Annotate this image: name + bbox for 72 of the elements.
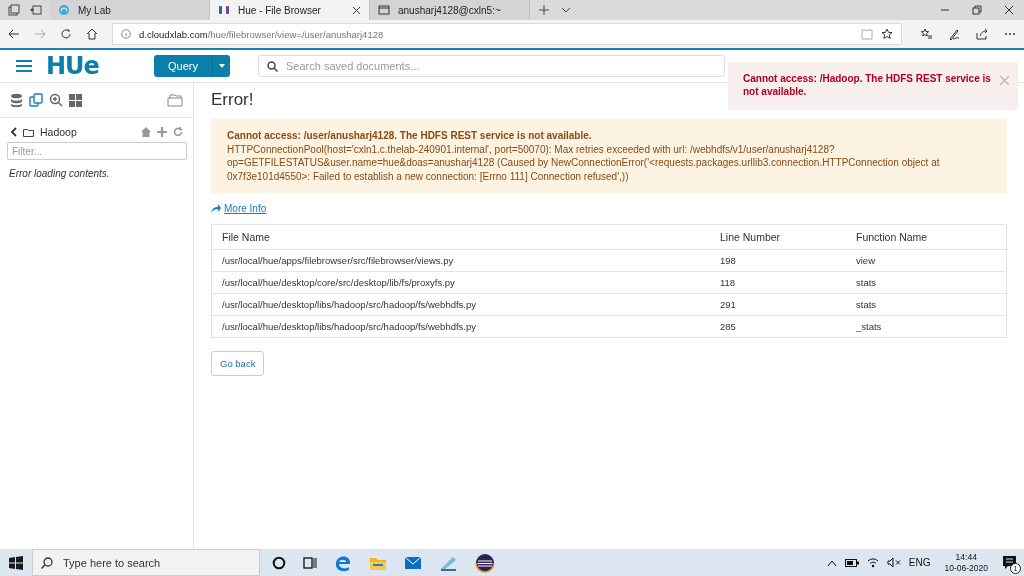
page-title: Error! <box>211 90 254 110</box>
close-icon[interactable] <box>352 5 361 15</box>
cortana-icon[interactable] <box>272 555 286 570</box>
table-cell: 291 <box>710 293 846 316</box>
browser-tab[interactable]: anusharj4128@cxln5:~ <box>370 0 530 20</box>
table-cell: /usr/local/hue/apps/filebrowser/src/filebrowser/views.py <box>211 249 710 272</box>
search-icon <box>267 60 278 72</box>
clock[interactable]: 14:44 10-06-2020 <box>944 551 988 574</box>
files-icon[interactable] <box>29 93 43 107</box>
browser-tab[interactable]: My Lab <box>50 0 210 20</box>
edge-icon[interactable] <box>334 553 352 572</box>
plus-icon[interactable] <box>157 127 167 137</box>
folder-icon <box>23 127 34 137</box>
close-icon[interactable] <box>1004 5 1014 15</box>
windows-icon[interactable] <box>9 555 23 570</box>
error-notification: Cannot access: /Hadoop. The HDFS REST service is not available. <box>743 72 992 98</box>
cloud-icon <box>58 4 70 16</box>
table-cell: /usr/local/hue/desktop/libs/hadoop/src/hadoop/fs/webhdfs.py <box>211 315 710 338</box>
home-icon[interactable] <box>86 28 98 40</box>
table-cell: _stats <box>846 315 1007 338</box>
taskbar-search[interactable]: Type here to search <box>32 549 260 576</box>
error-message: Cannot access: /user/anusharj4128. The HDFS REST service is not available. HTTPConnectionPool(host='cxln1.c.thelab-240901.internal', port=50070): Max retries exceeded with url: /webhdfs/v1/user/anusharj4128?op=GETFILESTATUS&user.name=hue&doas=anusharj4128 (Caused by NewConnectionError('<requests.packages.urllib3.connection.HTTPConnection object at 0x7f3e101d4550>: Failed to establish a new connection: [Errno 111] Connection refused',)) <box>211 119 1007 193</box>
table-cell: view <box>846 249 1007 272</box>
go-back-button[interactable]: Go back <box>211 351 265 376</box>
task-view-icon[interactable] <box>303 555 317 570</box>
dropdown-button[interactable] <box>212 55 230 77</box>
table-cell: 285 <box>710 315 846 338</box>
folder-path[interactable]: Hadoop <box>40 126 135 138</box>
zoom-icon[interactable] <box>49 93 63 107</box>
eclipse-icon[interactable] <box>474 551 496 574</box>
language-indicator[interactable]: ENG <box>908 557 931 568</box>
column-header: File Name <box>211 224 710 250</box>
restore-icon[interactable] <box>972 5 982 15</box>
share-icon <box>211 204 221 213</box>
search-icon <box>41 556 53 569</box>
back-icon[interactable] <box>8 28 20 40</box>
tab-back-icon[interactable] <box>30 4 42 16</box>
column-header: Function Name <box>846 224 1007 250</box>
info-icon[interactable] <box>121 29 131 39</box>
plus-icon[interactable] <box>538 4 550 16</box>
mail-icon[interactable] <box>404 555 422 570</box>
address-bar[interactable]: d.cloudxlab.com/hue/filebrowser/view=/user/anusharj4128 <box>112 23 902 45</box>
hue-logo[interactable]: HUe <box>46 54 126 78</box>
more-info-link[interactable]: More Info <box>211 203 267 214</box>
table-cell: /usr/local/hue/desktop/libs/hadoop/src/hadoop/fs/webhdfs.py <box>211 293 710 316</box>
tabs-icon[interactable] <box>8 4 20 16</box>
table-cell: stats <box>846 271 1007 294</box>
favorites-icon[interactable] <box>920 28 932 40</box>
chevron-up-icon[interactable] <box>826 558 837 567</box>
volume-muted-icon[interactable] <box>886 557 901 568</box>
table-cell: stats <box>846 293 1007 316</box>
wifi-icon[interactable] <box>866 557 879 568</box>
back-icon[interactable] <box>10 127 17 137</box>
star-icon[interactable] <box>881 28 893 40</box>
browser-tab[interactable]: Hue - File Browser <box>210 0 370 20</box>
window-icon <box>378 4 390 16</box>
grid-icon[interactable] <box>69 93 82 107</box>
pen-icon[interactable] <box>948 28 960 40</box>
status-message: Error loading contents. <box>8 167 111 181</box>
table-cell: 198 <box>710 249 846 272</box>
caret-icon <box>218 64 225 68</box>
app-icon[interactable] <box>439 554 457 571</box>
table-cell: 118 <box>710 271 846 294</box>
table-cell: /usr/local/hue/desktop/core/src/desktop/lib/fs/proxyfs.py <box>211 271 710 294</box>
refresh-icon[interactable] <box>60 28 72 40</box>
hue-icon <box>218 4 230 16</box>
share-icon[interactable] <box>976 28 988 40</box>
menu-icon[interactable] <box>16 59 32 73</box>
query-button[interactable]: Query <box>154 55 212 77</box>
column-header: Line Number <box>710 224 846 250</box>
database-icon[interactable] <box>10 93 23 107</box>
battery-icon[interactable] <box>844 558 859 567</box>
